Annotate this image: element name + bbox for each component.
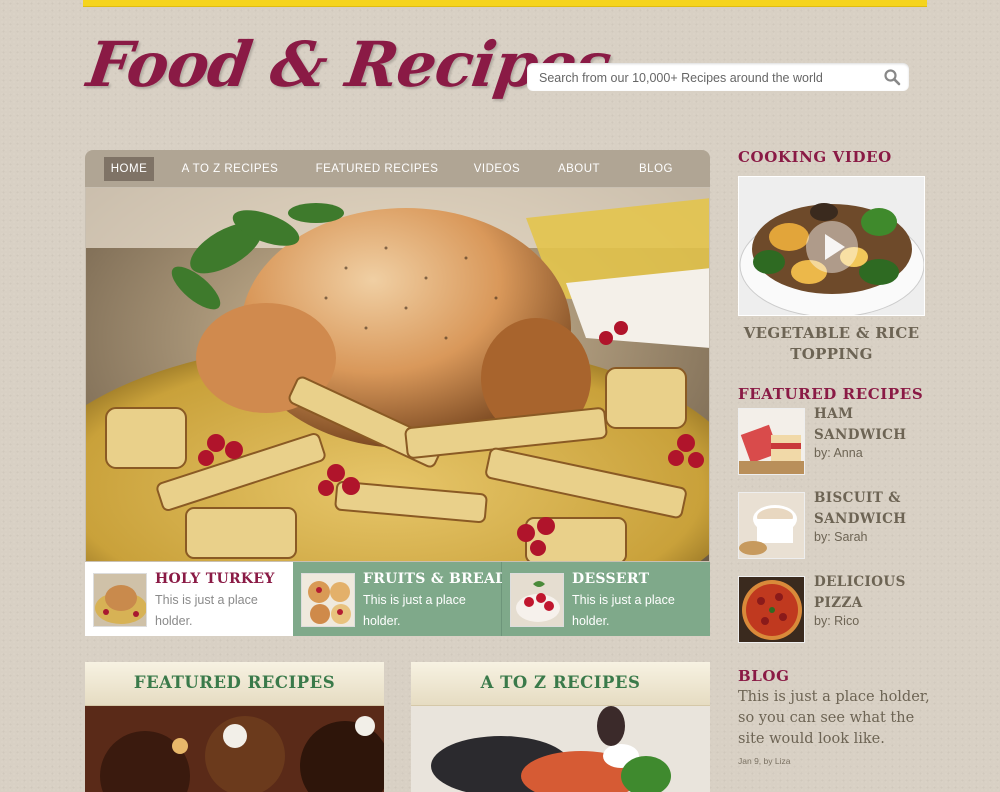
tab-holy-turkey[interactable]: HOLY TURKEY This is just a place holder. (85, 562, 293, 636)
box-title: A TO Z RECIPES (411, 662, 710, 706)
tab-description: This is just a place holder. (155, 593, 258, 628)
tab-title: FRUITS & BREAD (363, 571, 508, 587)
featured-recipes-box[interactable]: FEATURED RECIPES (85, 662, 384, 792)
nav-blog[interactable]: BLOG (635, 157, 677, 181)
search-box[interactable] (527, 63, 909, 93)
main-nav: HOME A TO Z RECIPES FEATURED RECIPES VID… (85, 150, 710, 187)
hero-image-roast-turkey[interactable] (85, 187, 710, 562)
fruits-bread-thumbnail (301, 573, 355, 627)
recipe-name[interactable]: HAM SANDWICH (814, 404, 924, 446)
biscuit-sandwich-thumbnail (738, 492, 805, 559)
cooking-video-heading: COOKING VIDEO (738, 148, 892, 166)
ham-sandwich-thumbnail (738, 408, 805, 475)
featured-recipe-item[interactable]: DELICIOUS PIZZA by: Rico (738, 574, 928, 644)
nav-a-to-z-recipes[interactable]: A TO Z RECIPES (180, 157, 280, 181)
recipe-name[interactable]: DELICIOUS PIZZA (814, 572, 924, 614)
blog-heading: BLOG (738, 667, 790, 685)
blog-meta: Jan 9, by Liza (738, 756, 791, 766)
hero-tabs: HOLY TURKEY This is just a place holder.… (85, 562, 710, 636)
cooking-video-player[interactable] (738, 176, 925, 316)
recipe-name[interactable]: BISCUIT & SANDWICH (814, 488, 924, 530)
search-icon[interactable] (883, 68, 901, 86)
dessert-thumbnail (510, 573, 564, 627)
holy-turkey-thumbnail (93, 573, 147, 627)
a-to-z-recipes-box[interactable]: A TO Z RECIPES (411, 662, 710, 792)
nav-about[interactable]: ABOUT (555, 157, 603, 181)
blog-excerpt: This is just a place holder, so you can … (738, 689, 930, 747)
tab-description: This is just a place holder. (572, 593, 675, 628)
nav-home[interactable]: HOME (104, 157, 154, 181)
tab-description: This is just a place holder. (363, 593, 466, 628)
recipe-author: by: Sarah (814, 530, 868, 544)
video-caption[interactable]: VEGETABLE & RICE TOPPING (738, 323, 925, 365)
featured-recipe-item[interactable]: BISCUIT & SANDWICH by: Sarah (738, 490, 928, 560)
nav-featured-recipes[interactable]: FEATURED RECIPES (313, 157, 441, 181)
featured-recipes-image (85, 706, 384, 792)
recipe-author: by: Rico (814, 614, 860, 628)
top-accent-bar (83, 0, 927, 7)
tab-dessert[interactable]: DESSERT This is just a place holder. (502, 562, 710, 636)
a-to-z-recipes-image (411, 706, 710, 792)
nav-videos[interactable]: VIDEOS (471, 157, 523, 181)
recipe-author: by: Anna (814, 446, 863, 460)
tab-title: HOLY TURKEY (155, 571, 275, 587)
featured-recipe-item[interactable]: HAM SANDWICH by: Anna (738, 406, 928, 476)
delicious-pizza-thumbnail (738, 576, 805, 643)
tab-title: DESSERT (572, 571, 650, 587)
box-title: FEATURED RECIPES (85, 662, 384, 706)
search-input[interactable] (537, 63, 881, 93)
tab-fruits-and-bread[interactable]: FRUITS & BREAD This is just a place hold… (293, 562, 507, 636)
featured-recipes-heading: FEATURED RECIPES (738, 385, 924, 403)
